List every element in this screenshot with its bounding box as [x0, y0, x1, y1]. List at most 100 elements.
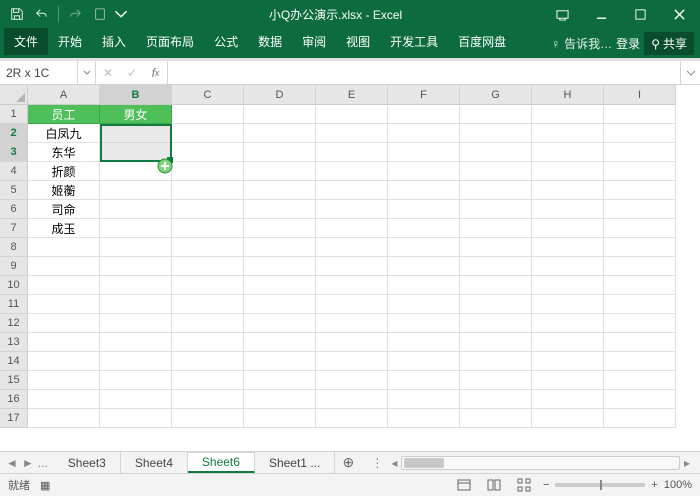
- cell[interactable]: [532, 371, 604, 390]
- tab-review[interactable]: 审阅: [292, 28, 336, 55]
- cell[interactable]: [244, 295, 316, 314]
- col-header-A[interactable]: A: [28, 85, 100, 105]
- cell[interactable]: [244, 143, 316, 162]
- cell[interactable]: [388, 333, 460, 352]
- cell[interactable]: [28, 371, 100, 390]
- cell[interactable]: [604, 314, 676, 333]
- cell[interactable]: [460, 200, 532, 219]
- sheet-more-icon[interactable]: ...: [38, 456, 48, 470]
- cell[interactable]: 姬蘅: [28, 181, 100, 200]
- cell[interactable]: [604, 390, 676, 409]
- sheet-prev-icon[interactable]: ◄: [6, 456, 18, 470]
- cell[interactable]: [388, 371, 460, 390]
- sheet-tab-sheet3[interactable]: Sheet3: [54, 452, 121, 473]
- cell[interactable]: [100, 257, 172, 276]
- row-header-14[interactable]: 14: [0, 352, 28, 371]
- row-header-6[interactable]: 6: [0, 200, 28, 219]
- cell[interactable]: [244, 200, 316, 219]
- col-header-H[interactable]: H: [532, 85, 604, 105]
- cell[interactable]: 男女: [100, 105, 172, 124]
- zoom-thumb[interactable]: [600, 480, 602, 490]
- cell[interactable]: [316, 276, 388, 295]
- file-tab[interactable]: 文件: [4, 28, 48, 55]
- cell[interactable]: [244, 314, 316, 333]
- cell[interactable]: [244, 352, 316, 371]
- cell[interactable]: [604, 333, 676, 352]
- cell[interactable]: [316, 143, 388, 162]
- cell[interactable]: [388, 409, 460, 428]
- row-header-12[interactable]: 12: [0, 314, 28, 333]
- col-header-D[interactable]: D: [244, 85, 316, 105]
- cell[interactable]: [460, 314, 532, 333]
- cell[interactable]: [244, 333, 316, 352]
- save-icon[interactable]: [6, 3, 28, 25]
- cell[interactable]: [172, 238, 244, 257]
- col-header-E[interactable]: E: [316, 85, 388, 105]
- cell[interactable]: [28, 352, 100, 371]
- tab-formulas[interactable]: 公式: [204, 28, 248, 55]
- cell[interactable]: [172, 143, 244, 162]
- cell[interactable]: [604, 257, 676, 276]
- cell[interactable]: [100, 390, 172, 409]
- cell[interactable]: [316, 105, 388, 124]
- cell[interactable]: [604, 162, 676, 181]
- cell[interactable]: [460, 219, 532, 238]
- cell[interactable]: [316, 409, 388, 428]
- cell[interactable]: [316, 200, 388, 219]
- cell[interactable]: [100, 219, 172, 238]
- cell[interactable]: [172, 219, 244, 238]
- redo-icon[interactable]: [64, 3, 86, 25]
- cell[interactable]: [316, 295, 388, 314]
- tell-me[interactable]: ♀告诉我…: [551, 35, 612, 52]
- cell[interactable]: [172, 409, 244, 428]
- cell[interactable]: [244, 162, 316, 181]
- undo-icon[interactable]: [31, 3, 53, 25]
- cell[interactable]: [460, 390, 532, 409]
- cell[interactable]: [460, 371, 532, 390]
- scroll-right-icon[interactable]: ▸: [680, 456, 694, 470]
- cell[interactable]: [100, 371, 172, 390]
- select-all-corner[interactable]: [0, 85, 28, 105]
- sheet-tab-sheet6[interactable]: Sheet6: [188, 452, 255, 473]
- cell[interactable]: [316, 257, 388, 276]
- tab-data[interactable]: 数据: [248, 28, 292, 55]
- cell[interactable]: [316, 124, 388, 143]
- cell[interactable]: [100, 295, 172, 314]
- name-box-dropdown[interactable]: [78, 61, 96, 84]
- col-header-B[interactable]: B: [100, 85, 172, 105]
- horizontal-scrollbar[interactable]: [401, 456, 680, 470]
- cell[interactable]: [172, 162, 244, 181]
- cell[interactable]: [316, 219, 388, 238]
- zoom-out-icon[interactable]: −: [543, 479, 549, 491]
- cell[interactable]: [244, 257, 316, 276]
- cell[interactable]: [460, 295, 532, 314]
- page-layout-view-icon[interactable]: [483, 476, 505, 494]
- row-header-2[interactable]: 2: [0, 124, 28, 143]
- cell[interactable]: [532, 409, 604, 428]
- normal-view-icon[interactable]: [453, 476, 475, 494]
- cell[interactable]: [388, 314, 460, 333]
- cell[interactable]: [244, 238, 316, 257]
- cell[interactable]: [172, 352, 244, 371]
- cell[interactable]: [532, 276, 604, 295]
- cell[interactable]: [100, 124, 172, 143]
- tab-baidu[interactable]: 百度网盘: [448, 28, 516, 55]
- cell[interactable]: [460, 333, 532, 352]
- cell[interactable]: [532, 105, 604, 124]
- scrollbar-thumb[interactable]: [404, 458, 444, 468]
- col-header-C[interactable]: C: [172, 85, 244, 105]
- row-header-17[interactable]: 17: [0, 409, 28, 428]
- ribbon-options-icon[interactable]: [543, 1, 581, 27]
- row-header-11[interactable]: 11: [0, 295, 28, 314]
- cell[interactable]: [532, 124, 604, 143]
- cell[interactable]: [244, 124, 316, 143]
- cell[interactable]: [244, 105, 316, 124]
- cell[interactable]: [604, 200, 676, 219]
- cell[interactable]: [460, 124, 532, 143]
- cell[interactable]: [460, 143, 532, 162]
- cancel-formula-icon[interactable]: ✕: [96, 66, 120, 80]
- cell[interactable]: 员工: [28, 105, 100, 124]
- cell[interactable]: [100, 200, 172, 219]
- name-box[interactable]: 2R x 1C: [0, 61, 78, 84]
- cell[interactable]: [604, 371, 676, 390]
